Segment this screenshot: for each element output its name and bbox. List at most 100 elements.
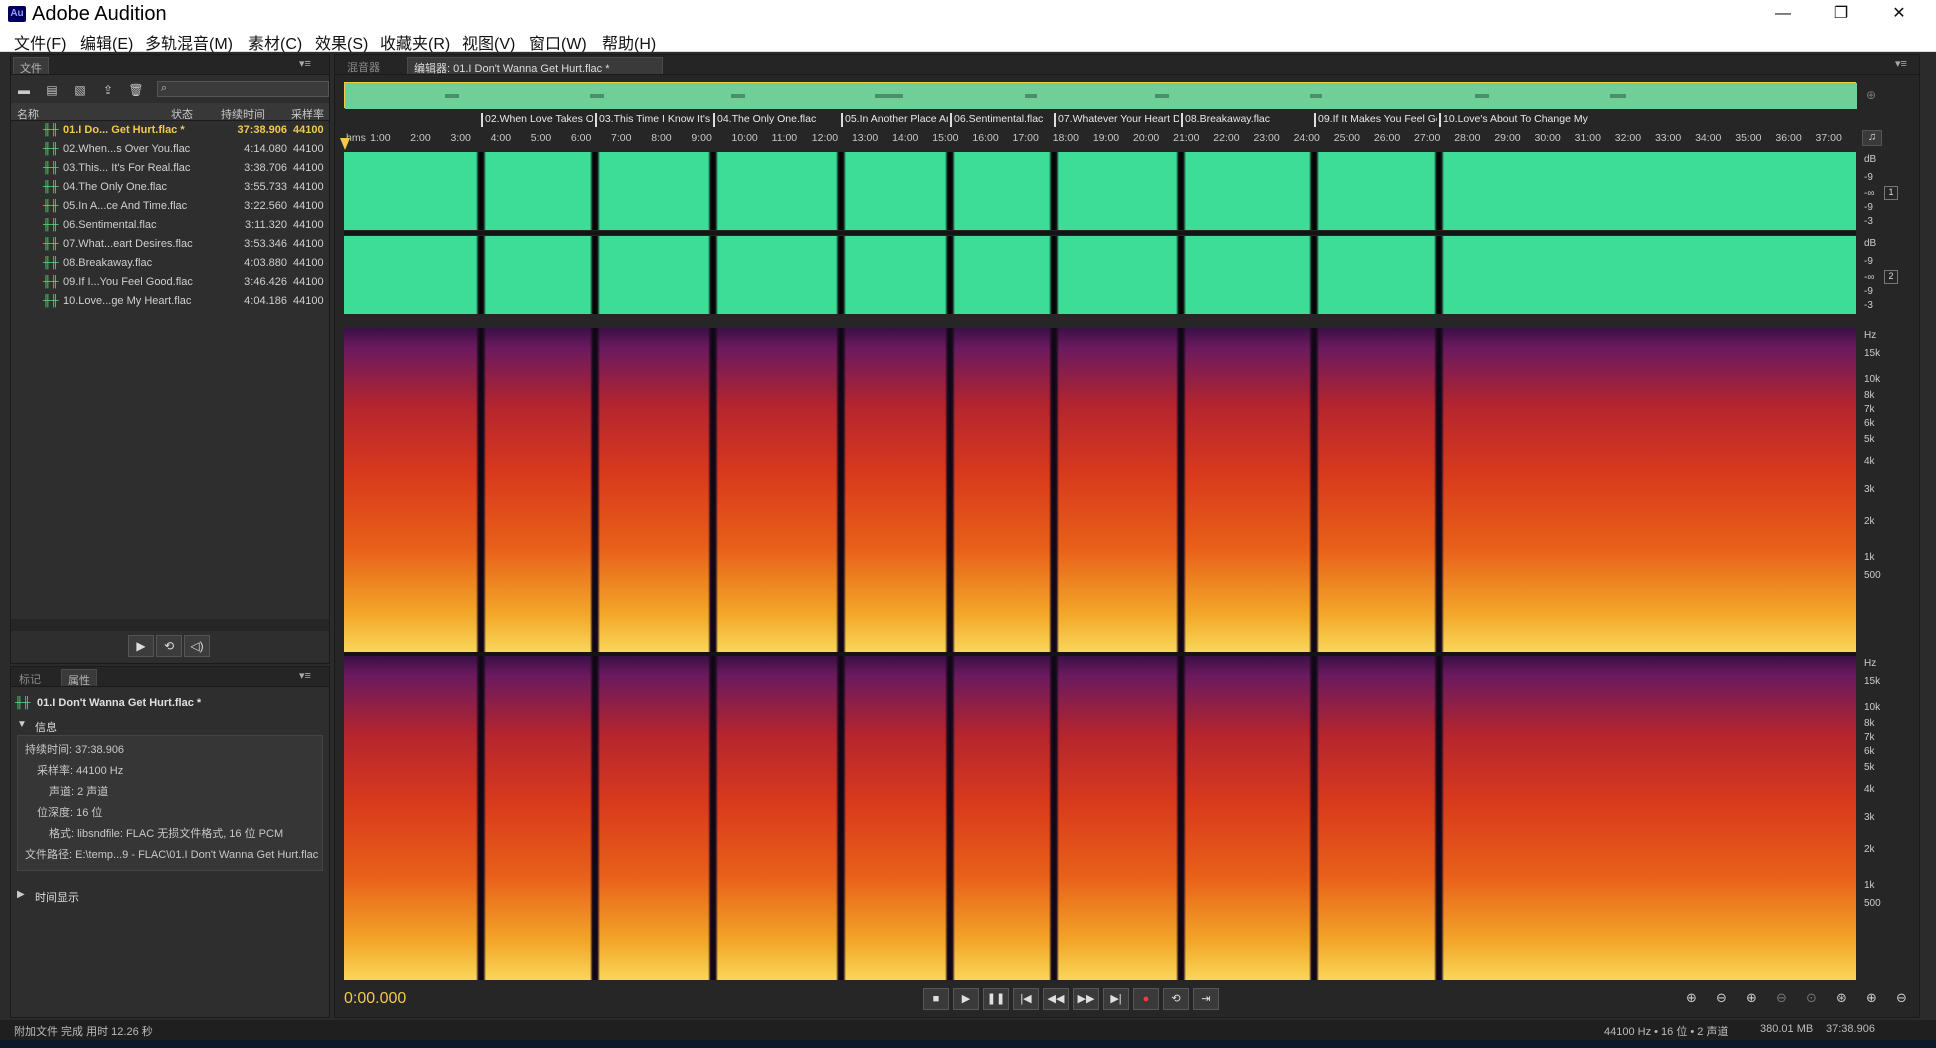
panel-menu-icon[interactable]: ▾≡ (299, 57, 311, 70)
zoom-out-point-icon[interactable]: ⊖ (1896, 990, 1907, 1006)
play-button[interactable]: ▶ (953, 988, 979, 1010)
track-marker[interactable]: 10.Love's About To Change My (1439, 113, 1854, 127)
files-scrollbar[interactable] (11, 619, 329, 631)
menu-multitrack[interactable]: 多轨混音(M) (145, 30, 233, 54)
file-row[interactable]: ╫╫ 10.Love...ge My Heart.flac 4:04.186 4410… (15, 292, 327, 311)
file-row[interactable]: ╫╫ 06.Sentimental.flac 3:11.320 44100 (15, 216, 327, 235)
hz-label: 8k (1864, 390, 1875, 401)
file-row[interactable]: ╫╫ 01.I Do... Get Hurt.flac * 37:38.906 441… (15, 121, 327, 140)
skip-selection-button[interactable]: ⇥ (1193, 988, 1219, 1010)
current-time-display[interactable]: 0:00.000 (344, 990, 406, 1008)
track-marker[interactable]: 05.In Another Place And (841, 113, 948, 127)
loop-button[interactable]: ⟲ (1163, 988, 1189, 1010)
zoom-nav-icon[interactable]: ⊕ (1866, 88, 1876, 102)
hz-label: 2k (1864, 516, 1875, 527)
channel-2-toggle[interactable]: 2 (1884, 270, 1898, 284)
file-name: 06.Sentimental.flac (63, 219, 157, 231)
new-file-icon[interactable]: ▧ (71, 83, 89, 97)
fast-forward-button[interactable]: ▶▶ (1073, 988, 1099, 1010)
file-row[interactable]: ╫╫ 08.Breakaway.flac 4:03.880 44100 (15, 254, 327, 273)
menu-help[interactable]: 帮助(H) (602, 30, 656, 54)
time-tick: 15:00 (932, 132, 959, 144)
col-status[interactable]: 状态 (171, 106, 193, 122)
menu-effects[interactable]: 效果(S) (315, 30, 368, 54)
section-time-display[interactable]: 时间显示 (35, 889, 79, 905)
file-row[interactable]: ╫╫ 09.If I...You Feel Good.flac 3:46.426 44… (15, 273, 327, 292)
zoom-in-point-icon[interactable]: ⊕ (1866, 990, 1877, 1006)
tab-mixer[interactable]: 混音器 (341, 57, 386, 74)
panel-menu-icon[interactable]: ▾≡ (299, 669, 311, 682)
expand-time-icon[interactable]: ▶ (17, 889, 25, 900)
menu-clip[interactable]: 素材(C) (248, 30, 302, 54)
zoom-full-icon[interactable]: ⊙ (1806, 990, 1817, 1006)
export-icon[interactable]: ⇪ (99, 83, 117, 97)
file-row[interactable]: ╫╫ 04.The Only One.flac 3:55.733 44100 (15, 178, 327, 197)
go-to-end-button[interactable]: ▶| (1103, 988, 1129, 1010)
track-marker[interactable]: 07.Whatever Your Heart Desir (1054, 113, 1179, 127)
time-tick: 13:00 (851, 132, 879, 144)
overview-navigator[interactable] (344, 82, 1857, 109)
zoom-out-time-icon[interactable]: ⊖ (1776, 990, 1787, 1006)
section-info[interactable]: 信息 (35, 719, 57, 735)
hz-label: 500 (1864, 898, 1881, 909)
time-tick: 34:00 (1695, 132, 1722, 144)
file-duration: 4:04.186 (244, 295, 287, 307)
db-label: -∞ (1864, 188, 1875, 199)
go-to-start-button[interactable]: |◀ (1013, 988, 1039, 1010)
track-marker[interactable]: 03.This Time I Know It's For (595, 113, 711, 127)
stop-button[interactable]: ■ (923, 988, 949, 1010)
track-boundary (590, 656, 600, 980)
record-button[interactable]: ● (1133, 988, 1159, 1010)
close-button[interactable]: ✕ (1876, 0, 1922, 28)
track-marker[interactable]: 06.Sentimental.flac (950, 113, 1052, 127)
col-duration[interactable]: 持续时间 (221, 106, 265, 122)
open-folder-icon[interactable]: ▬ (15, 83, 33, 97)
panel-menu-icon[interactable]: ▾≡ (1895, 57, 1907, 70)
menu-view[interactable]: 视图(V) (462, 30, 515, 54)
track-marker[interactable]: 08.Breakaway.flac (1181, 113, 1312, 127)
file-row[interactable]: ╫╫ 07.What...eart Desires.flac 3:53.346 441… (15, 235, 327, 254)
app-title: Adobe Audition (32, 3, 167, 25)
col-name[interactable]: 名称 (17, 106, 39, 122)
hz-label: 7k (1864, 732, 1875, 743)
channel-1-toggle[interactable]: 1 (1884, 186, 1898, 200)
menu-window[interactable]: 窗口(W) (529, 30, 587, 54)
autoplay-button[interactable]: ◁) (184, 635, 210, 657)
loop-preview-button[interactable]: ⟲ (156, 635, 182, 657)
file-row[interactable]: ╫╫ 02.When...s Over You.flac 4:14.080 44100 (15, 140, 327, 159)
spectrogram-channel-2[interactable] (344, 656, 1856, 980)
spectrogram-channel-1[interactable] (344, 328, 1856, 652)
rewind-button[interactable]: ◀◀ (1043, 988, 1069, 1010)
track-marker[interactable]: 04.The Only One.flac (713, 113, 839, 127)
zoom-in-time-icon[interactable]: ⊕ (1746, 990, 1757, 1006)
minimize-button[interactable]: — (1760, 0, 1806, 28)
waveform-channel-2[interactable] (344, 236, 1856, 314)
tab-files[interactable]: 文件 (13, 57, 49, 75)
tab-properties[interactable]: 属性 (61, 669, 97, 687)
maximize-button[interactable]: ❐ (1818, 0, 1864, 28)
tab-editor[interactable]: 编辑器: 01.I Don't Wanna Get Hurt.flac * (407, 57, 663, 75)
waveform-channel-1[interactable] (344, 152, 1856, 230)
file-row[interactable]: ╫╫ 03.This... It's For Real.flac 3:38.706 4… (15, 159, 327, 178)
zoom-out-amplitude-icon[interactable]: ⊖ (1716, 990, 1727, 1006)
menu-edit[interactable]: 编辑(E) (80, 30, 133, 54)
zoom-selection-icon[interactable]: ⊛ (1836, 990, 1847, 1006)
tab-markers[interactable]: 标记 (13, 669, 47, 686)
files-panel: 文件 ▾≡ ▬ ▤ ▧ ⇪ 🗑 ⌕ 名称 状态 持续时间 采样率 ╫╫ 01.I … (10, 54, 330, 664)
column-headers: 名称 状态 持续时间 采样率 (11, 103, 329, 121)
menu-file[interactable]: 文件(F) (14, 30, 66, 54)
col-rate[interactable]: 采样率 (291, 106, 324, 122)
expand-info-icon[interactable]: ▼ (17, 719, 27, 730)
import-icon[interactable]: ▤ (43, 83, 61, 97)
menu-favorites[interactable]: 收藏夹(R) (380, 30, 450, 54)
track-marker[interactable]: 02.When Love Takes Over You.flac (481, 113, 593, 127)
search-input[interactable] (157, 81, 329, 97)
zoom-in-amplitude-icon[interactable]: ⊕ (1686, 990, 1697, 1006)
file-duration: 3:55.733 (244, 181, 287, 193)
play-preview-button[interactable]: ▶ (128, 635, 154, 657)
headphones-icon[interactable]: ♫ (1862, 130, 1882, 146)
delete-icon[interactable]: 🗑 (127, 83, 145, 97)
file-row[interactable]: ╫╫ 05.In A...ce And Time.flac 3:22.560 4410… (15, 197, 327, 216)
pause-button[interactable]: ❚❚ (983, 988, 1009, 1010)
track-marker[interactable]: 09.If It Makes You Feel Good (1314, 113, 1437, 127)
